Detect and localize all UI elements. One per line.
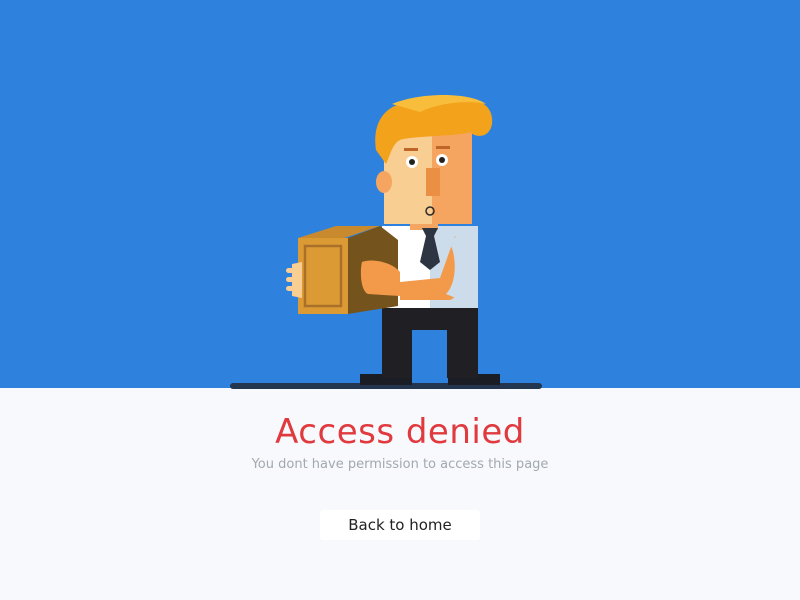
page-title: Access denied: [275, 412, 525, 452]
error-message: You dont have permission to access this …: [251, 457, 549, 472]
back-to-home-button[interactable]: Back to home: [320, 510, 480, 540]
access-denied-page: Access denied You dont have permission t…: [0, 0, 800, 600]
man-holding-box-illustration: [230, 95, 542, 389]
